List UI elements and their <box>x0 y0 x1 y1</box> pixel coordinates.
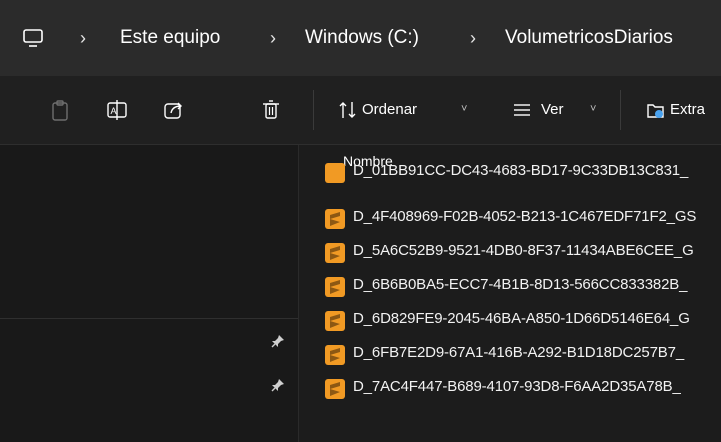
list-item[interactable]: D_01BB91CC-DC43-4683-BD17-9C33DB13C831_ <box>325 162 721 199</box>
pin-icon[interactable] <box>270 333 286 349</box>
list-item[interactable]: D_7AC4F447-B689-4107-93D8-F6AA2D35A78B_ <box>325 375 721 403</box>
list-item[interactable]: D_4F408969-F02B-4052-B213-1C467EDF71F2_G… <box>325 205 721 233</box>
extract-label: Extra <box>670 101 706 118</box>
toolbar-divider <box>620 90 621 130</box>
sublime-file-icon <box>325 311 345 331</box>
chevron-down-icon: ˅ <box>461 103 468 115</box>
breadcrumb-windows-c[interactable]: Windows (C:) <box>305 18 419 58</box>
breadcrumb: › Este equipo › Windows (C:) › Volumetri… <box>0 18 721 58</box>
list-item[interactable]: D_6FB7E2D9-67A1-416B-A292-B1D18DC257B7_ <box>325 341 721 369</box>
sort-icon <box>338 94 358 126</box>
paste-button[interactable] <box>50 94 70 126</box>
file-name: D_6B6B0BA5-ECC7-4B1B-8D13-566CC833382B_ <box>353 276 688 293</box>
file-name: D_6FB7E2D9-67A1-416B-A292-B1D18DC257B7_ <box>353 344 685 361</box>
breadcrumb-volumetricos-diarios[interactable]: VolumetricosDiarios <box>505 18 673 58</box>
sublime-file-icon <box>325 163 345 183</box>
rename-button[interactable]: A <box>106 94 128 126</box>
paste-icon <box>50 94 70 126</box>
file-name: D_4F408969-F02B-4052-B213-1C467EDF71F2_G… <box>353 208 697 225</box>
file-name: D_01BB91CC-DC43-4683-BD17-9C33DB13C831_ <box>353 162 689 179</box>
view-label: Ver <box>541 101 564 118</box>
computer-icon[interactable] <box>22 18 44 58</box>
breadcrumb-chevron-icon[interactable]: › <box>270 18 276 58</box>
breadcrumb-este-equipo[interactable]: Este equipo <box>120 18 220 58</box>
list-item[interactable]: D_6B6B0BA5-ECC7-4B1B-8D13-566CC833382B_ <box>325 273 721 301</box>
share-icon <box>163 94 185 126</box>
share-button[interactable] <box>163 94 185 126</box>
navigation-pane <box>0 145 298 442</box>
view-icon <box>512 94 532 126</box>
breadcrumb-chevron-icon[interactable]: › <box>470 18 476 58</box>
list-item[interactable]: D_6D829FE9-2045-46BA-A850-1D66D5146E64_G <box>325 307 721 335</box>
breadcrumb-chevron-icon[interactable]: › <box>80 18 86 58</box>
svg-text:A: A <box>111 106 117 116</box>
sublime-file-icon <box>325 277 345 297</box>
chevron-down-icon: ˅ <box>590 103 597 115</box>
toolbar-divider <box>313 90 314 130</box>
delete-button[interactable] <box>261 94 281 126</box>
nav-divider <box>0 318 298 319</box>
sublime-file-icon <box>325 209 345 229</box>
delete-icon <box>261 94 281 126</box>
list-item[interactable]: D_5A6C52B9-9521-4DB0-8F37-11434ABE6CEE_G <box>325 239 721 267</box>
file-name: D_5A6C52B9-9521-4DB0-8F37-11434ABE6CEE_G <box>353 242 694 259</box>
pin-icon[interactable] <box>270 377 286 393</box>
address-bar: › Este equipo › Windows (C:) › Volumetri… <box>0 0 721 77</box>
extract-icon <box>646 94 666 126</box>
file-name: D_6D829FE9-2045-46BA-A850-1D66D5146E64_G <box>353 310 690 327</box>
rename-icon: A <box>106 94 128 126</box>
sort-label: Ordenar <box>362 101 418 118</box>
file-name: D_7AC4F447-B689-4107-93D8-F6AA2D35A78B_ <box>353 378 681 395</box>
file-list: Nombre D_01BB91CC-DC43-4683-BD17-9C33DB1… <box>299 145 721 442</box>
sublime-file-icon <box>325 345 345 365</box>
sublime-file-icon <box>325 379 345 399</box>
command-bar: A Ordenar ˅ Ver ˅ Extra <box>0 76 721 145</box>
file-explorer-window: › Este equipo › Windows (C:) › Volumetri… <box>0 0 721 442</box>
sublime-file-icon <box>325 243 345 263</box>
